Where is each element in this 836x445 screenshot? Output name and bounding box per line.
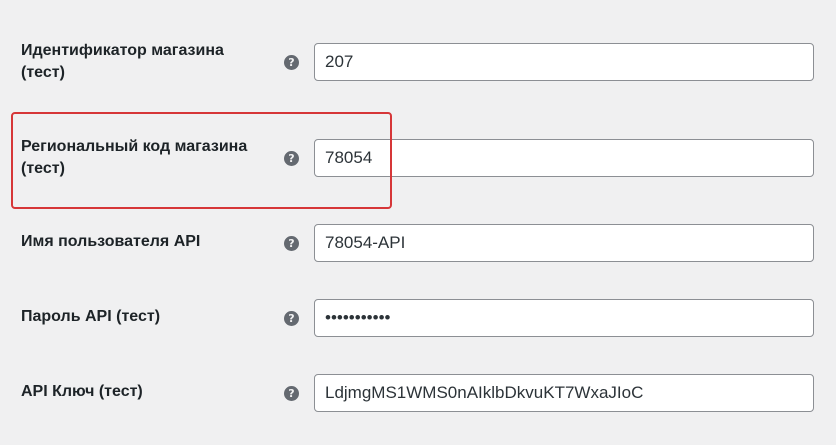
shop-id-input[interactable] [314, 43, 814, 81]
question-circle-icon[interactable]: ? [284, 236, 299, 251]
question-circle-icon[interactable]: ? [284, 386, 299, 401]
question-circle-icon[interactable]: ? [284, 55, 299, 70]
shop-id-label: Идентификатор магазина (тест) [21, 42, 224, 81]
api-password-label: Пароль API (тест) [21, 308, 161, 325]
api-key-input[interactable] [314, 374, 814, 412]
api-password-input[interactable] [314, 299, 814, 337]
api-username-input[interactable] [314, 224, 814, 262]
api-key-label: API Ключ (тест) [21, 383, 143, 400]
highlight-box [11, 112, 392, 209]
question-circle-icon[interactable]: ? [284, 311, 299, 326]
api-username-label: Имя пользователя API [21, 233, 201, 250]
